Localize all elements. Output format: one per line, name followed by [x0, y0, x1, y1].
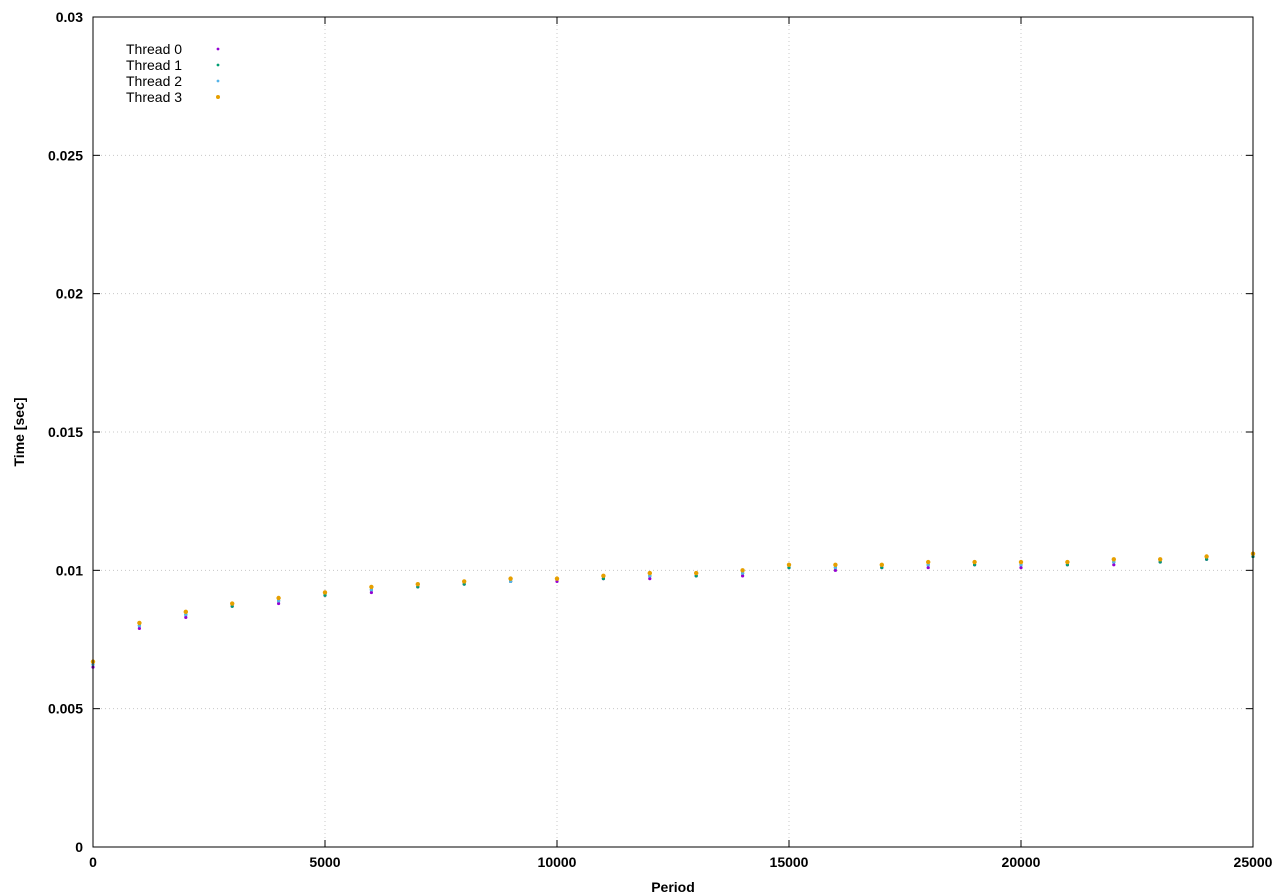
data-point — [554, 576, 560, 581]
data-point — [462, 579, 467, 584]
data-point — [1065, 559, 1070, 565]
x-tick-label: 15000 — [770, 854, 809, 870]
legend-marker — [216, 79, 220, 83]
axis-ticks: 0 5000 10000 15000 20000 25000 0 0.005 0.01 0.015… — [48, 9, 1273, 870]
legend-label: Thread 0 — [126, 41, 182, 57]
data-point — [277, 601, 281, 606]
x-tick-label: 20000 — [1002, 854, 1041, 870]
data-point — [833, 562, 838, 567]
data-point — [369, 584, 374, 590]
data-point — [1112, 563, 1116, 567]
legend: Thread 0Thread 1Thread 2Thread 3 — [126, 41, 220, 105]
data-point — [879, 562, 884, 567]
y-tick-label: 0 — [75, 839, 83, 855]
data-point — [1204, 554, 1209, 559]
data-point — [137, 626, 141, 631]
legend-label: Thread 1 — [126, 57, 182, 73]
legend-label: Thread 2 — [126, 73, 182, 89]
legend-marker — [216, 47, 220, 51]
y-tick-label: 0.015 — [48, 424, 83, 440]
data-point — [833, 568, 838, 572]
data-point — [694, 570, 699, 576]
x-axis-title: Period — [651, 879, 695, 895]
legend-label: Thread 3 — [126, 89, 182, 105]
data-point — [276, 595, 281, 601]
series-3 — [90, 551, 1256, 664]
legend-marker — [216, 63, 220, 67]
data-point — [369, 590, 373, 595]
x-tick-label: 0 — [89, 854, 97, 870]
legend-marker — [216, 95, 220, 99]
data-point — [137, 620, 142, 626]
data-point — [322, 590, 328, 595]
x-tick-label: 25000 — [1234, 854, 1273, 870]
data-point — [230, 601, 235, 606]
data-point — [1018, 559, 1024, 565]
grid-lines — [93, 17, 1253, 847]
series-2 — [91, 552, 1255, 667]
x-tick-label: 5000 — [309, 854, 340, 870]
data-point — [508, 576, 513, 581]
data-point — [184, 615, 188, 619]
y-tick-label: 0.01 — [56, 562, 83, 578]
y-tick-label: 0.005 — [48, 701, 83, 717]
data-points — [90, 551, 1256, 669]
x-tick-label: 10000 — [538, 854, 577, 870]
data-point — [972, 559, 977, 565]
data-point — [786, 562, 792, 567]
data-point — [183, 609, 188, 615]
data-point — [647, 570, 652, 576]
data-point — [1158, 557, 1163, 562]
y-axis-title: Time [sec] — [11, 398, 27, 467]
y-tick-label: 0.02 — [56, 286, 83, 302]
data-point — [648, 577, 652, 581]
data-point — [926, 559, 931, 565]
data-point — [741, 574, 745, 578]
data-point — [740, 568, 745, 573]
data-point — [1111, 557, 1117, 562]
y-tick-label: 0.03 — [56, 9, 83, 25]
series-1 — [91, 554, 1255, 667]
scatter-chart: 0 5000 10000 15000 20000 25000 0 0.005 0.01 0.015… — [11, 9, 1273, 895]
data-point — [415, 581, 420, 587]
data-point — [601, 573, 606, 579]
data-point — [1019, 565, 1023, 570]
data-point — [926, 565, 930, 570]
y-tick-label: 0.025 — [48, 147, 83, 163]
series-0 — [91, 554, 1255, 669]
